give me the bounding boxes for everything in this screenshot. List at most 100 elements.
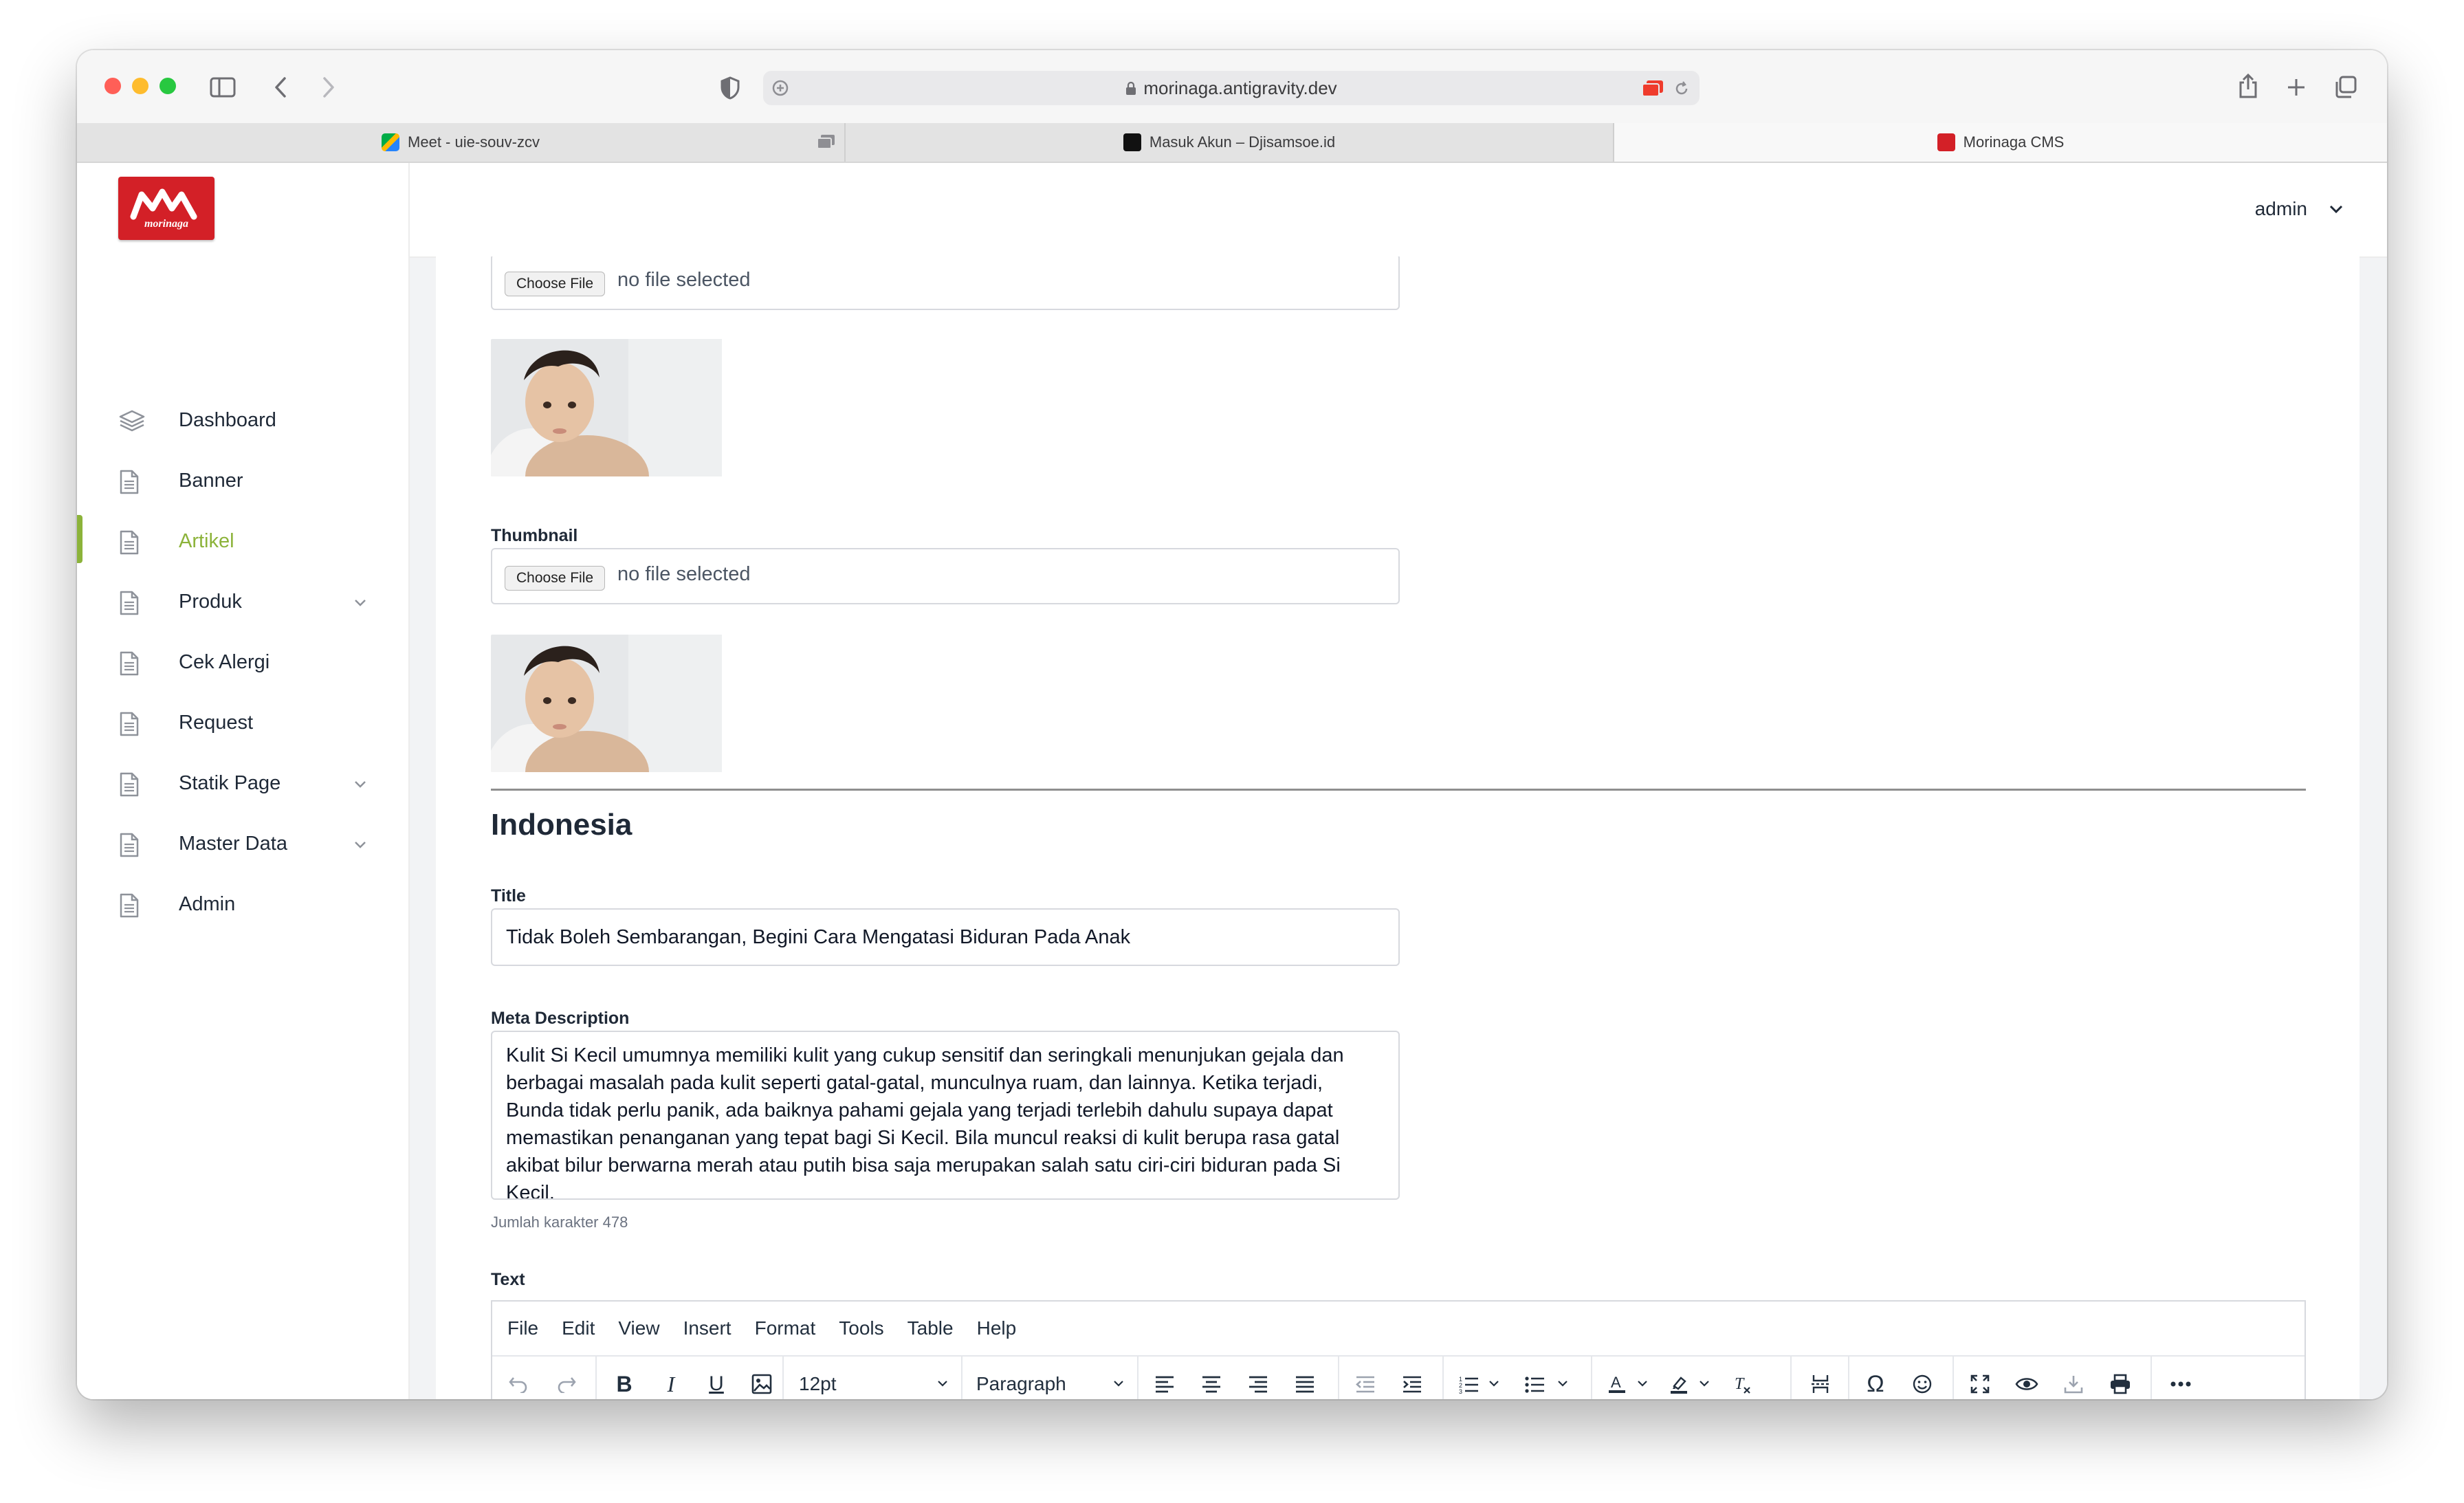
menu-view[interactable]: View xyxy=(618,1317,659,1339)
article-form-card: Choose File no file selected Thumbnail C… xyxy=(436,256,2360,1399)
sidebar-item-label: Admin xyxy=(179,892,236,915)
document-icon xyxy=(118,470,144,494)
tab-morinaga-cms[interactable]: Morinaga CMS xyxy=(1614,123,2387,162)
editor-menubar: File Edit View Insert Format Tools Table… xyxy=(492,1302,1016,1355)
font-size-select[interactable]: 12pt xyxy=(784,1357,962,1399)
url-text[interactable]: morinaga.antigravity.dev xyxy=(763,71,1700,105)
block-format-select[interactable]: Paragraph xyxy=(962,1357,1138,1399)
sidebar-item-cek-alergi[interactable]: Cek Alergi xyxy=(77,641,408,683)
lock-icon xyxy=(1125,72,1136,107)
editor-toolbar: B I U 12pt Paragraph 1 2 3 A T Ω xyxy=(492,1355,2304,1399)
insert-image-icon[interactable] xyxy=(747,1369,777,1399)
menu-insert[interactable]: Insert xyxy=(683,1317,732,1339)
menu-edit[interactable]: Edit xyxy=(562,1317,595,1339)
title-input[interactable] xyxy=(491,908,1400,966)
tab-djisamsoe[interactable]: Masuk Akun – Djisamsoe.id xyxy=(846,123,1614,162)
chevron-down-icon[interactable] xyxy=(352,595,368,611)
tab-label: Masuk Akun – Djisamsoe.id xyxy=(1149,133,1336,151)
menu-table[interactable]: Table xyxy=(908,1317,954,1339)
tab-label: Morinaga CMS xyxy=(1963,133,2065,151)
menu-tools[interactable]: Tools xyxy=(839,1317,883,1339)
sidebar-item-label: Dashboard xyxy=(179,408,276,431)
thumbnail-file-input[interactable]: Choose File no file selected xyxy=(491,548,1400,604)
align-right-icon[interactable] xyxy=(1243,1369,1273,1399)
new-tab-icon[interactable] xyxy=(2282,74,2310,101)
sidebar-item-master-data[interactable]: Master Data xyxy=(77,823,408,864)
fullscreen-icon[interactable] xyxy=(1965,1369,1995,1399)
maximize-window-button[interactable] xyxy=(160,78,176,94)
tab-overview-icon[interactable] xyxy=(2332,74,2360,101)
preview-icon[interactable] xyxy=(2012,1369,2042,1399)
redo-icon[interactable] xyxy=(551,1369,582,1399)
special-character-icon[interactable]: Ω xyxy=(1860,1369,1891,1399)
sidebar-item-admin[interactable]: Admin xyxy=(77,884,408,925)
document-icon xyxy=(118,833,144,857)
more-options-icon[interactable] xyxy=(2166,1369,2196,1399)
layers-icon xyxy=(118,409,145,432)
text-color-icon[interactable]: A xyxy=(1602,1369,1632,1399)
user-menu[interactable]: admin xyxy=(2255,192,2346,226)
sidebar-item-label: Master Data xyxy=(179,832,287,855)
chevron-down-icon[interactable] xyxy=(352,776,368,793)
top-header: admin xyxy=(410,163,2387,258)
chevron-down-icon[interactable] xyxy=(1556,1377,1569,1390)
tab-group-icon[interactable] xyxy=(817,134,836,151)
italic-icon[interactable]: I xyxy=(656,1369,686,1399)
underline-icon[interactable]: U xyxy=(701,1369,732,1399)
save-icon[interactable] xyxy=(2058,1369,2089,1399)
sidebar-item-request[interactable]: Request xyxy=(77,702,408,743)
emoticons-icon[interactable] xyxy=(1907,1369,1937,1399)
tab-meet[interactable]: Meet - uie-souv-zcv xyxy=(77,123,846,162)
undo-icon[interactable] xyxy=(503,1369,534,1399)
chevron-down-icon[interactable] xyxy=(1698,1377,1710,1390)
reload-icon[interactable] xyxy=(1672,79,1691,98)
sidebar-toggle-icon[interactable] xyxy=(209,74,236,101)
choose-file-button[interactable]: Choose File xyxy=(505,272,606,296)
history-group xyxy=(492,1357,597,1399)
font-size-value: 12pt xyxy=(799,1373,837,1394)
menu-format[interactable]: Format xyxy=(755,1317,816,1339)
align-center-icon[interactable] xyxy=(1196,1369,1226,1399)
screen-share-icon[interactable] xyxy=(1642,79,1664,98)
bullet-list-icon[interactable] xyxy=(1519,1369,1550,1399)
align-left-icon[interactable] xyxy=(1150,1369,1180,1399)
menu-help[interactable]: Help xyxy=(977,1317,1017,1339)
page-break-icon[interactable] xyxy=(1805,1369,1836,1399)
sidebar-item-statik-page[interactable]: Statik Page xyxy=(77,763,408,804)
meta-description-textarea[interactable]: Kulit Si Kecil umumnya memiliki kulit ya… xyxy=(491,1031,1400,1200)
sidebar-item-banner[interactable]: Banner xyxy=(77,460,408,501)
clear-formatting-icon[interactable]: T xyxy=(1727,1369,1757,1399)
google-meet-icon xyxy=(382,133,400,151)
choose-file-button[interactable]: Choose File xyxy=(505,566,606,591)
outdent-icon[interactable] xyxy=(1350,1369,1380,1399)
file-status: no file selected xyxy=(617,269,751,291)
block-format-value: Paragraph xyxy=(976,1373,1066,1394)
numbered-list-icon[interactable]: 123 xyxy=(1453,1369,1484,1399)
url-label: morinaga.antigravity.dev xyxy=(1143,78,1337,98)
justify-icon[interactable] xyxy=(1290,1369,1320,1399)
highlight-color-icon[interactable] xyxy=(1664,1369,1694,1399)
back-icon[interactable] xyxy=(267,74,294,101)
sidebar-item-produk[interactable]: Produk xyxy=(77,581,408,622)
indent-icon[interactable] xyxy=(1397,1369,1427,1399)
chevron-down-icon[interactable] xyxy=(352,837,368,853)
chevron-down-icon[interactable] xyxy=(1636,1377,1649,1390)
sidebar-item-dashboard[interactable]: Dashboard xyxy=(77,399,408,441)
chevron-down-icon[interactable] xyxy=(1488,1377,1500,1390)
menu-file[interactable]: File xyxy=(507,1317,538,1339)
djisamsoe-logo-icon xyxy=(1123,133,1141,151)
browser-toolbar: morinaga.antigravity.dev xyxy=(77,50,2387,124)
sidebar-item-artikel[interactable]: Artikel xyxy=(77,520,408,562)
share-icon[interactable] xyxy=(2234,71,2262,101)
minimize-window-button[interactable] xyxy=(132,78,148,94)
close-window-button[interactable] xyxy=(104,78,121,94)
forward-icon[interactable] xyxy=(315,74,342,101)
chevron-down-icon xyxy=(2326,199,2346,219)
document-icon xyxy=(118,530,144,555)
morinaga-logo[interactable]: morinaga xyxy=(118,177,214,240)
image-file-input[interactable]: Choose File no file selected xyxy=(491,256,1400,310)
print-icon[interactable] xyxy=(2105,1369,2135,1399)
bold-icon[interactable]: B xyxy=(609,1369,639,1399)
address-bar[interactable]: morinaga.antigravity.dev xyxy=(763,71,1700,105)
privacy-shield-icon[interactable] xyxy=(716,74,744,102)
